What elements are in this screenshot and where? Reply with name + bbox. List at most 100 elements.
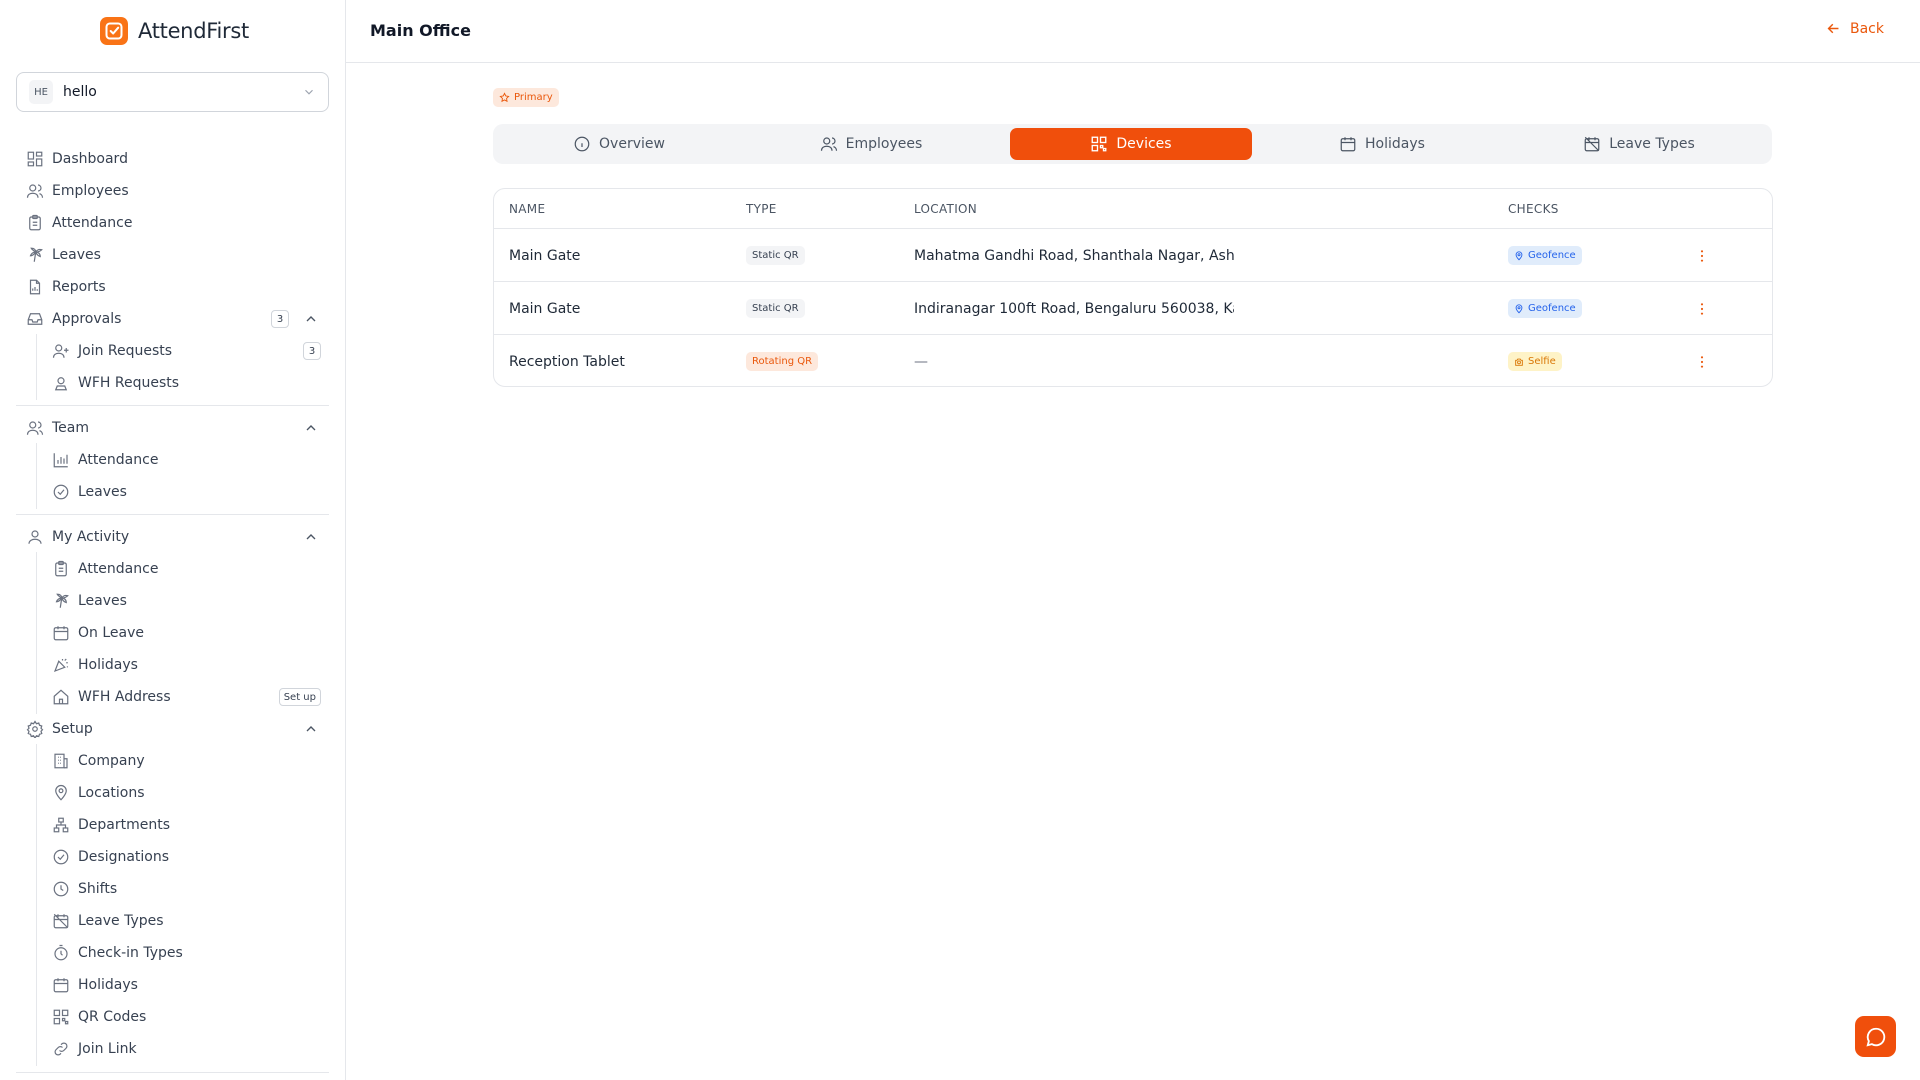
calendar-icon <box>52 976 70 994</box>
sidebar-item-my-leaves[interactable]: Leaves <box>52 587 321 615</box>
sidebar-item-my-activity[interactable]: My Activity <box>26 523 321 551</box>
check-chip: Selfie <box>1508 352 1562 371</box>
party-popper-icon <box>52 656 70 674</box>
sidebar-item-leaves[interactable]: Leaves <box>26 241 321 269</box>
tab-holidays[interactable]: Holidays <box>1261 128 1503 160</box>
table-row[interactable]: Main Gate Static QR Mahatma Gandhi Road,… <box>494 229 1772 282</box>
sidebar-item-label: Shifts <box>78 881 118 897</box>
palm-tree-icon <box>26 246 44 264</box>
row-actions-button[interactable] <box>1692 246 1712 266</box>
sidebar-item-label: Join Link <box>78 1041 137 1057</box>
sidebar-item-my-holidays[interactable]: Holidays <box>52 651 321 679</box>
sidebar-item-join-link[interactable]: Join Link <box>52 1035 321 1063</box>
sidebar-item-join-requests[interactable]: Join Requests 3 <box>52 337 321 365</box>
sidebar-item-approvals[interactable]: Approvals 3 <box>26 305 321 333</box>
table-row[interactable]: Main Gate Static QR Indiranagar 100ft Ro… <box>494 282 1772 335</box>
sidebar-item-reports[interactable]: Reports <box>26 273 321 301</box>
sidebar-item-setup[interactable]: Setup <box>26 715 321 743</box>
row-actions-button[interactable] <box>1692 352 1712 372</box>
sidebar-item-attendance[interactable]: Attendance <box>26 209 321 237</box>
table-row[interactable]: Reception Tablet Rotating QR — Selfie <box>494 335 1772 386</box>
page-title: Main Office <box>370 21 471 40</box>
sidebar-item-checkin-types[interactable]: Check-in Types <box>52 939 321 967</box>
tab-employees[interactable]: Employees <box>750 128 992 160</box>
bar-chart-icon <box>52 451 70 469</box>
tab-devices[interactable]: Devices <box>1010 128 1252 160</box>
sidebar-item-qr-codes[interactable]: QR Codes <box>52 1003 321 1031</box>
sidebar-item-leave-types[interactable]: Leave Types <box>52 907 321 935</box>
sidebar-item-wfh-address[interactable]: WFH Address Set up <box>52 683 321 711</box>
sidebar-item-label: Attendance <box>78 452 159 468</box>
sidebar-item-setup-holidays[interactable]: Holidays <box>52 971 321 999</box>
chevron-up-icon[interactable] <box>301 418 321 438</box>
brand-logo-icon <box>100 17 128 45</box>
user-pin-icon <box>52 374 70 392</box>
sidebar-item-label: Team <box>52 420 90 436</box>
sidebar-item-designations[interactable]: Designations <box>52 843 321 871</box>
tree-line <box>36 552 37 714</box>
map-pin-icon <box>1514 303 1524 314</box>
clipboard-icon <box>26 214 44 232</box>
calendar-off-icon <box>1583 135 1601 153</box>
sidebar-item-wfh-requests[interactable]: WFH Requests <box>52 369 321 397</box>
sidebar-item-departments[interactable]: Departments <box>52 811 321 839</box>
tab-leave-types[interactable]: Leave Types <box>1518 128 1760 160</box>
sidebar-item-shifts[interactable]: Shifts <box>52 875 321 903</box>
column-header-location: LOCATION <box>914 202 978 216</box>
sidebar-item-label: Check-in Types <box>78 945 183 961</box>
more-vertical-icon <box>1694 301 1710 317</box>
sidebar-item-team[interactable]: Team <box>26 414 321 442</box>
sidebar-item-company[interactable]: Company <box>52 747 321 775</box>
device-location: — <box>914 353 928 370</box>
link-icon <box>52 1040 70 1058</box>
divider <box>16 1072 329 1073</box>
building-icon <box>52 752 70 770</box>
gear-icon <box>26 720 44 738</box>
tab-label: Holidays <box>1365 136 1425 152</box>
join-requests-count-badge: 3 <box>303 342 321 360</box>
sidebar-item-label: Attendance <box>52 215 133 231</box>
users-icon <box>26 182 44 200</box>
arrow-left-icon <box>1825 20 1842 37</box>
sidebar-item-label: Setup <box>52 721 93 737</box>
column-header-name: NAME <box>509 202 546 216</box>
tab-overview[interactable]: Overview <box>498 128 740 160</box>
help-chat-button[interactable] <box>1855 1016 1896 1057</box>
tab-label: Devices <box>1116 136 1172 152</box>
sidebar-item-dashboard[interactable]: Dashboard <box>26 145 321 173</box>
sidebar-item-employees[interactable]: Employees <box>26 177 321 205</box>
sidebar-item-on-leave[interactable]: On Leave <box>52 619 321 647</box>
column-header-type: TYPE <box>746 202 777 216</box>
page-header: Main Office Back <box>346 0 1920 63</box>
device-name: Main Gate <box>509 300 581 317</box>
back-label: Back <box>1850 20 1884 37</box>
inbox-icon <box>26 310 44 328</box>
badge-check-icon <box>52 848 70 866</box>
brand[interactable]: AttendFirst <box>100 16 249 46</box>
sidebar: AttendFirst HE hello Dashboard Employees… <box>0 0 346 1080</box>
org-chart-icon <box>52 816 70 834</box>
sidebar-item-label: On Leave <box>78 625 144 641</box>
back-button[interactable]: Back <box>1825 20 1884 37</box>
sidebar-item-team-attendance[interactable]: Attendance <box>52 446 321 474</box>
sidebar-item-label: Departments <box>78 817 171 833</box>
workspace-select[interactable]: HE hello <box>16 72 329 112</box>
calendar-icon <box>1339 135 1357 153</box>
sidebar-item-label: Approvals <box>52 311 122 327</box>
qr-code-icon <box>52 1008 70 1026</box>
check-label: Selfie <box>1528 356 1556 367</box>
chevron-up-icon[interactable] <box>301 527 321 547</box>
setup-badge[interactable]: Set up <box>278 688 321 706</box>
camera-icon <box>1514 357 1524 367</box>
sidebar-item-label: Employees <box>52 183 129 199</box>
sidebar-item-label: Reports <box>52 279 106 295</box>
row-actions-button[interactable] <box>1692 299 1712 319</box>
map-pin-icon <box>52 784 70 802</box>
chevron-up-icon[interactable] <box>301 719 321 739</box>
user-plus-icon <box>52 342 70 360</box>
sidebar-item-label: Company <box>78 753 145 769</box>
sidebar-item-team-leaves[interactable]: Leaves <box>52 478 321 506</box>
chevron-up-icon[interactable] <box>301 309 321 329</box>
sidebar-item-my-attendance[interactable]: Attendance <box>52 555 321 583</box>
sidebar-item-locations[interactable]: Locations <box>52 779 321 807</box>
